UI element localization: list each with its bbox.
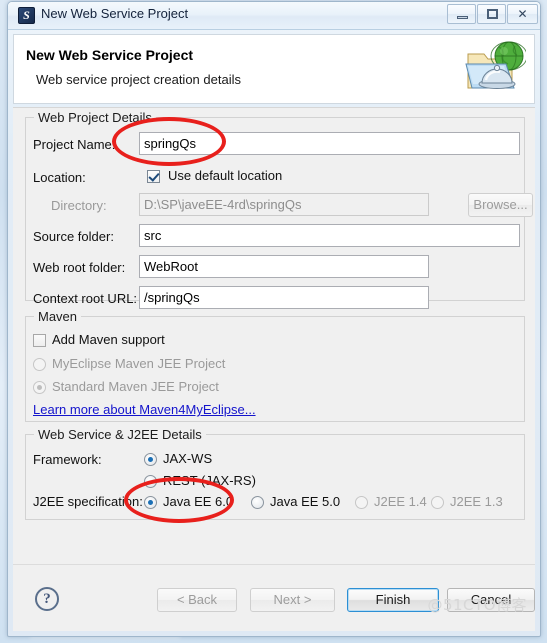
framework-jaxws-radio[interactable] [144,453,157,466]
location-label: Location: [33,170,86,185]
maven-option-myeclipse-label: MyEclipse Maven JEE Project [52,356,226,371]
j2ee-spec-j2ee13-radio[interactable] [431,496,444,509]
web-root-folder-input[interactable] [139,255,429,278]
title-bar: S New Web Service Project ✕ [8,2,540,30]
maximize-icon [478,5,505,23]
maven-option-standard-label: Standard Maven JEE Project [52,379,219,394]
myeclipse-icon: S [18,7,35,24]
group-title-maven: Maven [34,309,82,324]
use-default-location-checkbox[interactable] [147,170,160,183]
close-icon: ✕ [517,7,528,21]
back-button[interactable]: < Back [157,588,237,612]
add-maven-support-label: Add Maven support [52,332,165,347]
j2ee-spec-javaee50-label: Java EE 5.0 [270,494,341,509]
j2ee-spec-javaee60-radio[interactable] [144,496,157,509]
j2ee-spec-j2ee13-label: J2EE 1.3 [450,494,503,509]
framework-label: Framework: [33,452,102,467]
finish-button[interactable]: Finish [347,588,439,612]
dialog-window: S New Web Service Project ✕ New Web Serv… [7,1,541,637]
minimize-icon [448,5,475,23]
group-title-web-project-details: Web Project Details [34,110,156,125]
page-title: New Web Service Project [26,47,194,63]
add-maven-support-checkbox[interactable] [33,334,46,347]
web-service-folder-globe-icon [465,41,526,89]
help-icon[interactable]: ? [35,587,59,611]
page-subtitle: Web service project creation details [36,72,241,87]
close-button[interactable]: ✕ [507,4,538,24]
source-folder-label: Source folder: [33,229,114,244]
maximize-button[interactable] [477,4,506,24]
browse-button[interactable]: Browse... [468,193,533,217]
j2ee-spec-javaee60-label: Java EE 6.0 [163,494,234,509]
directory-input[interactable] [139,193,429,216]
framework-rest-radio[interactable] [144,475,157,488]
next-button[interactable]: Next > [250,588,335,612]
use-default-location-label: Use default location [168,168,283,183]
maven-option-myeclipse-radio[interactable] [33,358,46,371]
j2ee-specification-label: J2EE specification: [33,494,143,509]
dialog-button-bar: ? < Back Next > Finish Cancel @51CTO博客 [13,564,535,631]
project-name-label: Project Name: [33,137,116,152]
context-root-url-input[interactable] [139,286,429,309]
web-root-folder-label: Web root folder: [33,260,126,275]
window-title: New Web Service Project [41,6,189,21]
wizard-header: New Web Service Project Web service proj… [13,34,535,104]
framework-rest-label: REST (JAX-RS) [163,473,256,488]
maven-learn-more-link[interactable]: Learn more about Maven4MyEclipse... [33,402,256,417]
framework-jaxws-label: JAX-WS [163,451,213,466]
watermark: @51CTO博客 [427,596,527,614]
source-folder-input[interactable] [139,224,520,247]
project-name-input[interactable] [139,132,520,155]
maven-option-standard-radio[interactable] [33,381,46,394]
context-root-url-label: Context root URL: [33,291,138,306]
j2ee-spec-j2ee14-radio[interactable] [355,496,368,509]
wizard-content: Web Project Details Project Name: Locati… [13,107,535,585]
j2ee-spec-j2ee14-label: J2EE 1.4 [374,494,427,509]
j2ee-spec-javaee50-radio[interactable] [251,496,264,509]
group-title-web-service-j2ee: Web Service & J2EE Details [34,427,206,442]
minimize-button[interactable] [447,4,476,24]
directory-label: Directory: [51,198,107,213]
